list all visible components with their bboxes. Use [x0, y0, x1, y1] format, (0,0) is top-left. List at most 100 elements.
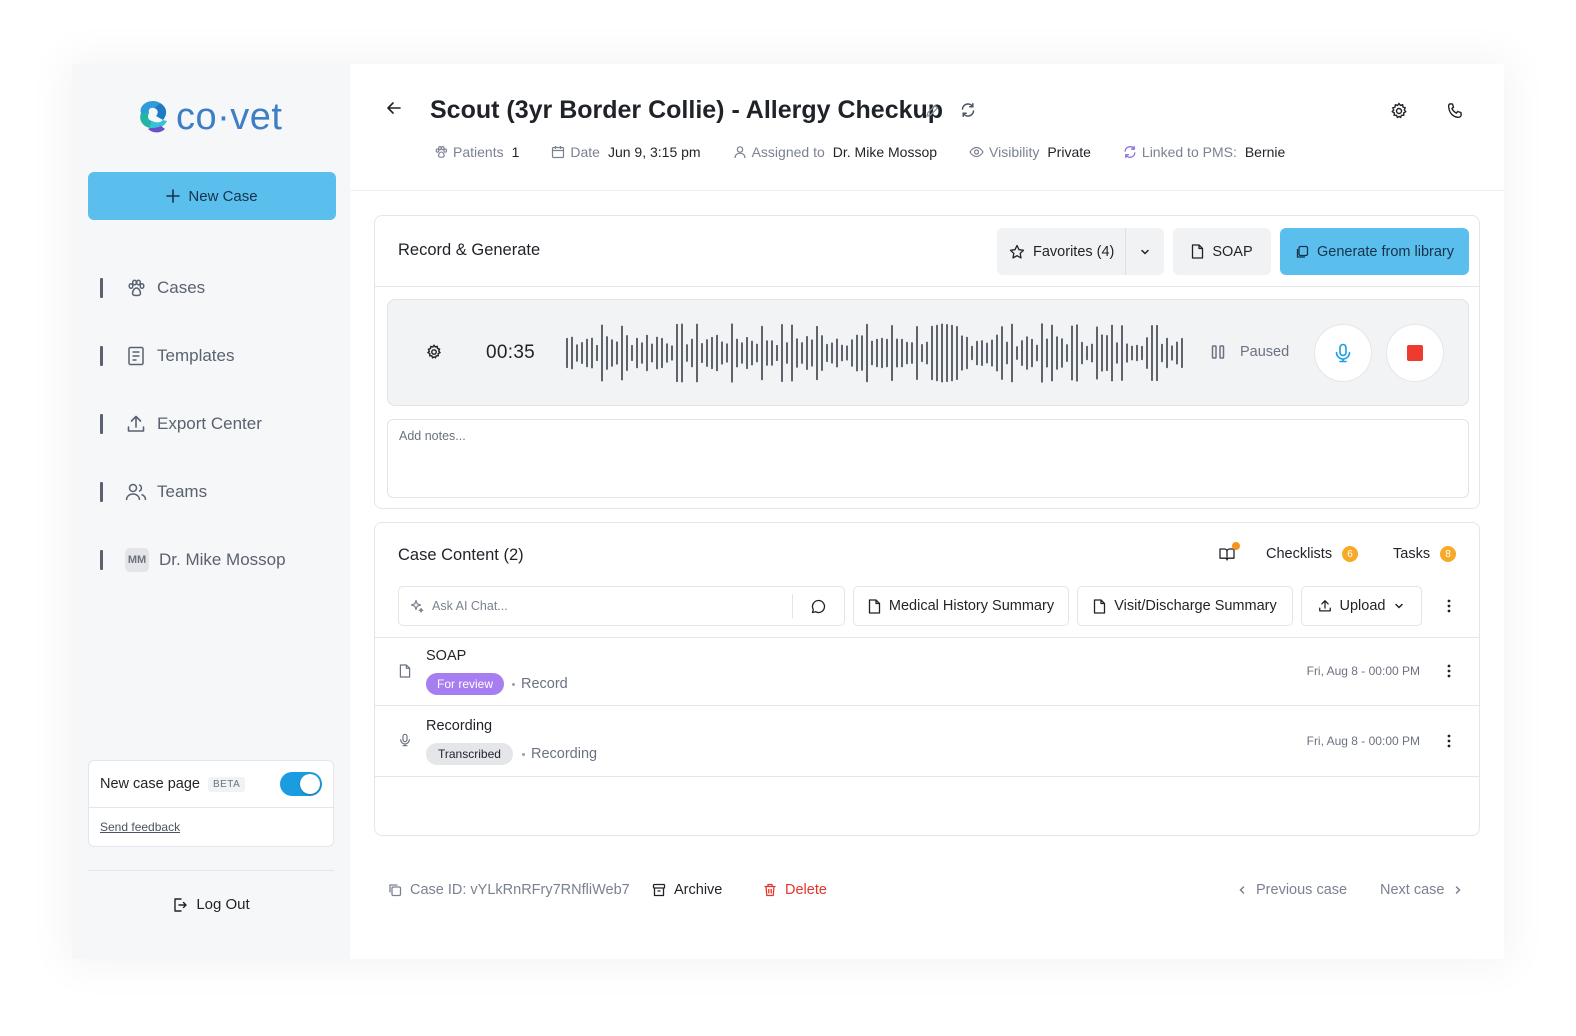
settings-button[interactable]	[1390, 102, 1408, 120]
tasks-tab[interactable]: Tasks 8	[1393, 546, 1457, 562]
list-item-date: Fri, Aug 8 - 00:00 PM	[1306, 734, 1420, 748]
checklists-tab[interactable]: Checklists 6	[1266, 546, 1359, 562]
chevron-down-icon	[1141, 249, 1149, 255]
meta-patients: Patients 1	[434, 144, 519, 160]
send-feedback-link[interactable]: Send feedback	[89, 808, 333, 846]
edit-title-button[interactable]	[925, 104, 939, 118]
sidebar-item-label: Export Center	[157, 414, 262, 433]
brand-logo[interactable]: co·vet	[136, 98, 282, 136]
microphone-button[interactable]	[1314, 324, 1372, 382]
previous-case-button[interactable]: Previous case	[1236, 882, 1347, 898]
archive-button[interactable]: Archive	[652, 882, 722, 898]
separator-dot	[522, 752, 525, 756]
sidebar-item-cases[interactable]: Cases	[100, 254, 286, 322]
ai-chat-send-button[interactable]	[793, 599, 844, 614]
kebab-menu-icon	[1447, 599, 1451, 613]
calendar-icon	[552, 146, 565, 159]
medical-history-summary-button[interactable]: Medical History Summary	[853, 586, 1069, 626]
sync-button[interactable]	[960, 102, 976, 118]
sidebar: co·vet New Case Cases Templates Export C…	[72, 64, 350, 959]
kebab-menu-icon	[1447, 664, 1451, 678]
toggle-knob	[300, 774, 320, 794]
meta-assigned[interactable]: Assigned to Dr. Mike Mossop	[733, 144, 937, 160]
medical-history-label: Medical History Summary	[888, 598, 1055, 614]
delete-button[interactable]: Delete	[763, 882, 827, 898]
favorites-button[interactable]: Favorites (4)	[997, 228, 1125, 275]
microphone-icon	[1335, 343, 1351, 363]
chevron-right-icon	[1456, 886, 1462, 894]
checklists-count-badge: 6	[1342, 546, 1359, 562]
new-case-button[interactable]: New Case	[88, 172, 336, 220]
nav-indicator	[100, 550, 103, 570]
meta-date: Date Jun 9, 3:15 pm	[551, 144, 701, 160]
soap-button[interactable]: SOAP	[1173, 228, 1271, 275]
separator-dot	[512, 682, 515, 686]
nav-indicator	[100, 414, 103, 434]
more-options-button[interactable]	[1439, 596, 1459, 616]
stop-recording-button[interactable]	[1386, 324, 1444, 382]
tasks-label: Tasks	[1393, 546, 1431, 562]
chevron-left-icon	[1239, 886, 1245, 894]
sidebar-item-profile[interactable]: MM Dr. Mike Mossop	[100, 526, 286, 594]
plus-icon	[166, 189, 181, 203]
visit-discharge-summary-button[interactable]: Visit/Discharge Summary	[1077, 586, 1293, 626]
meta-value: 1	[511, 144, 520, 160]
notes-input[interactable]	[387, 419, 1469, 498]
delete-label: Delete	[785, 882, 827, 898]
sidebar-nav: Cases Templates Export Center Teams MM D…	[100, 254, 286, 594]
copy-icon	[389, 884, 402, 897]
next-case-label: Next case	[1380, 882, 1445, 898]
recorder-settings-button[interactable]	[426, 344, 442, 360]
favorites-menu-toggle[interactable]	[1126, 228, 1164, 275]
meta-visibility[interactable]: Visibility Private	[969, 144, 1091, 160]
case-id[interactable]: Case ID: vYLkRnRFry7RNfliWeb7	[388, 882, 630, 898]
source-label: Record	[521, 676, 568, 692]
list-divider	[375, 637, 1479, 638]
previous-case-label: Previous case	[1256, 882, 1348, 898]
ai-chat-input[interactable]	[432, 599, 792, 613]
upload-button[interactable]: Upload	[1301, 586, 1422, 626]
pause-icon[interactable]	[1210, 344, 1226, 360]
sidebar-item-export-center[interactable]: Export Center	[100, 390, 286, 458]
file-icon	[399, 664, 411, 678]
meta-label: Visibility	[989, 144, 1040, 160]
nav-indicator	[100, 278, 103, 298]
new-case-label: New Case	[188, 187, 258, 205]
stop-icon	[1407, 345, 1423, 361]
new-case-page-toggle[interactable]	[280, 772, 322, 796]
document-icon	[125, 345, 147, 367]
sidebar-item-templates[interactable]: Templates	[100, 322, 286, 390]
logout-button[interactable]: Log Out	[72, 896, 350, 913]
file-icon	[1094, 598, 1106, 614]
beta-badge: BETA	[207, 776, 246, 792]
row-more-button[interactable]	[1439, 731, 1459, 751]
call-button[interactable]	[1446, 102, 1464, 120]
generate-label: Generate from library	[1317, 243, 1454, 260]
list-item-title: SOAP	[426, 648, 467, 664]
eye-icon	[969, 146, 984, 158]
sidebar-item-label: Dr. Mike Mossop	[159, 550, 286, 569]
sidebar-item-teams[interactable]: Teams	[100, 458, 286, 526]
file-icon	[1192, 244, 1204, 259]
next-case-button[interactable]: Next case	[1380, 882, 1464, 898]
archive-label: Archive	[674, 882, 723, 898]
row-more-button[interactable]	[1439, 661, 1459, 681]
back-button[interactable]	[386, 100, 402, 116]
main-content: Scout (3yr Border Collie) - Allergy Chec…	[350, 64, 1504, 959]
case-id-label: Case ID: vYLkRnRFry7RNfliWeb7	[410, 882, 630, 898]
meta-pms[interactable]: Linked to PMS: Bernie	[1123, 144, 1285, 160]
upload-label: Upload	[1339, 598, 1386, 614]
panel-title: Record & Generate	[398, 241, 541, 259]
generate-from-library-button[interactable]: Generate from library	[1280, 228, 1469, 275]
trash-icon	[764, 883, 776, 897]
soap-label: SOAP	[1212, 243, 1253, 260]
checklists-label: Checklists	[1266, 546, 1333, 562]
meta-label: Date	[570, 144, 600, 160]
upload-icon	[1318, 600, 1331, 612]
meta-value: Private	[1047, 144, 1091, 160]
logout-label: Log Out	[196, 896, 250, 913]
phone-icon	[1447, 103, 1462, 119]
source-label: Recording	[531, 746, 598, 762]
favorites-dropdown: Favorites (4)	[997, 228, 1164, 275]
avatar: MM	[125, 548, 149, 572]
